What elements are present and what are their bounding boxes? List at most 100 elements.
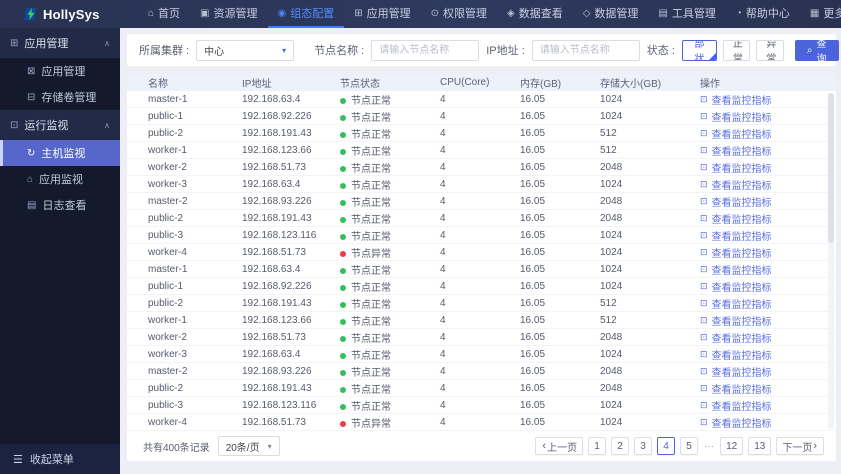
sidebar-group-0[interactable]: ⊞ 应用管理 ∧ bbox=[0, 28, 120, 58]
scrollbar[interactable] bbox=[828, 93, 834, 429]
action-cell: ⊡ 查看监控指标 bbox=[700, 279, 836, 294]
nav-item-2[interactable]: ◉ 组态配置 bbox=[267, 0, 345, 28]
sidebar-group-1[interactable]: ⊡ 运行监视 ∧ bbox=[0, 110, 120, 140]
help-icon: ◔ bbox=[735, 7, 742, 19]
log-icon: ▤ bbox=[27, 199, 37, 211]
logo: HollySys bbox=[0, 7, 120, 22]
ip-cell: 192.168.123.116 bbox=[242, 229, 317, 241]
view-metrics-link[interactable]: ⊡ 查看监控指标 bbox=[700, 194, 836, 209]
cluster-label: 所属集群 : bbox=[139, 45, 190, 57]
prev-page-button[interactable]: ‹ 上一页 bbox=[535, 437, 584, 455]
page-button-5[interactable]: 5 bbox=[680, 437, 699, 455]
page-button-13[interactable]: 13 bbox=[748, 437, 772, 455]
view-metrics-link[interactable]: ⊡ 查看监控指标 bbox=[700, 262, 836, 277]
nav-item-6[interactable]: ◇ 数据管理 bbox=[573, 0, 649, 28]
sidebar-group-label: 应用管理 bbox=[24, 38, 69, 50]
table-footer: 共有400条记录 20条/页 ▾ ‹ 上一页 1 2 3 4 5 ··· 12 13 下一页 › bbox=[127, 431, 836, 461]
memory-cell: 16.05 bbox=[520, 246, 546, 258]
status-dot-icon bbox=[340, 199, 346, 206]
view-metrics-link[interactable]: ⊡ 查看监控指标 bbox=[700, 143, 836, 158]
node-name-input[interactable] bbox=[371, 39, 480, 61]
sidebar-item-1-1[interactable]: ⌂ 应用监视 bbox=[0, 166, 120, 192]
view-metrics-link[interactable]: ⊡ 查看监控指标 bbox=[700, 279, 836, 294]
collapse-menu-button[interactable]: ☰ 收起菜单 bbox=[0, 444, 120, 474]
status-dot-icon bbox=[340, 369, 346, 376]
status-text: 节点异常 bbox=[351, 248, 391, 260]
view-metrics-link[interactable]: ⊡ 查看监控指标 bbox=[700, 92, 836, 107]
page-button-2[interactable]: 2 bbox=[611, 437, 630, 455]
ip-cell: 192.168.191.43 bbox=[242, 212, 312, 224]
view-metrics-link[interactable]: ⊡ 查看监控指标 bbox=[700, 347, 836, 362]
app-item-icon: ⊠ bbox=[27, 65, 36, 77]
view-metrics-link[interactable]: ⊡ 查看监控指标 bbox=[700, 109, 836, 124]
page-size-select[interactable]: 20条/页 ▾ bbox=[217, 436, 280, 456]
table-row: worker-2 192.168.51.73 节点正常 4 16.05 2048 ⊡ 查看监控… bbox=[127, 329, 836, 346]
status-option-1[interactable]: 正常 bbox=[722, 39, 751, 61]
status-option-2[interactable]: 异常 bbox=[756, 39, 784, 61]
node-name-cell: public-2 bbox=[148, 297, 184, 309]
view-metrics-link[interactable]: ⊡ 查看监控指标 bbox=[700, 228, 836, 243]
search-button[interactable]: ⌕ 查询 bbox=[794, 39, 839, 65]
sidebar: ⊞ 应用管理 ∧ ⊠ 应用管理 ⊟ 存储卷管理 ⊡ 运行监视 ∧ ↻ 主机监视 ⌂ 应用监视 ▤ 日志查看 ☰… bbox=[0, 28, 120, 474]
sidebar-item-label: 主机监视 bbox=[41, 148, 86, 160]
view-metrics-link[interactable]: ⊡ 查看监控指标 bbox=[700, 415, 836, 430]
nav-item-label: 工具管理 bbox=[671, 8, 716, 20]
monitor-icon: ⊡ bbox=[700, 416, 708, 427]
view-metrics-link[interactable]: ⊡ 查看监控指标 bbox=[700, 313, 836, 328]
storage-cell: 512 bbox=[600, 144, 617, 156]
sidebar-item-label: 日志查看 bbox=[42, 200, 87, 212]
nav-item-1[interactable]: ▣ 资源管理 bbox=[190, 0, 267, 28]
ip-cell: 192.168.51.73 bbox=[242, 161, 306, 173]
table-body: master-1 192.168.63.4 节点正常 4 16.05 1024 ⊡ 查看监控指… bbox=[127, 91, 836, 431]
status-option-0[interactable]: 全部状态 bbox=[681, 39, 717, 61]
hollysys-logo-icon bbox=[24, 7, 37, 21]
view-metrics-link[interactable]: ⊡ 查看监控指标 bbox=[700, 330, 836, 345]
sidebar-item-1-0[interactable]: ↻ 主机监视 bbox=[0, 140, 120, 166]
status-dot-icon bbox=[340, 148, 346, 155]
memory-cell: 16.05 bbox=[520, 195, 546, 207]
view-metrics-link[interactable]: ⊡ 查看监控指标 bbox=[700, 160, 836, 175]
view-metrics-link[interactable]: ⊡ 查看监控指标 bbox=[700, 398, 836, 413]
storage-cell: 1024 bbox=[600, 229, 623, 241]
cpu-cell: 4 bbox=[440, 365, 446, 377]
action-cell: ⊡ 查看监控指标 bbox=[700, 381, 836, 396]
monitor-icon: ⊡ bbox=[700, 263, 708, 274]
memory-cell: 16.05 bbox=[520, 297, 546, 309]
page-button-1[interactable]: 1 bbox=[588, 437, 607, 455]
nav-item-5[interactable]: ◈ 数据查看 bbox=[497, 0, 573, 28]
table-row: worker-3 192.168.63.4 节点正常 4 16.05 1024 ⊡ 查看监控指… bbox=[127, 346, 836, 363]
scrollbar-thumb[interactable] bbox=[828, 93, 834, 243]
status-text: 节点异常 bbox=[351, 418, 391, 430]
node-name-cell: public-2 bbox=[148, 212, 184, 224]
page-button-3[interactable]: 3 bbox=[634, 437, 653, 455]
status-dot-icon bbox=[340, 216, 346, 223]
view-metrics-link[interactable]: ⊡ 查看监控指标 bbox=[700, 126, 836, 141]
page-button-4[interactable]: 4 bbox=[657, 437, 676, 455]
sidebar-item-0-0[interactable]: ⊠ 应用管理 bbox=[0, 58, 120, 84]
view-metrics-link[interactable]: ⊡ 查看监控指标 bbox=[700, 245, 836, 260]
view-metrics-link[interactable]: ⊡ 查看监控指标 bbox=[700, 364, 836, 379]
nav-item-8[interactable]: ◔ 帮助中心 bbox=[726, 0, 800, 28]
nav-item-9[interactable]: ▦更多▾ bbox=[800, 0, 841, 28]
page-button-12[interactable]: 12 bbox=[720, 437, 744, 455]
nav-item-4[interactable]: ⊙ 权限管理 bbox=[421, 0, 497, 28]
monitor-icon: ⊡ bbox=[700, 178, 708, 189]
status-cell: 节点正常 bbox=[340, 381, 440, 396]
nav-item-3[interactable]: ⊞ 应用管理 bbox=[344, 0, 420, 28]
status-text: 节点正常 bbox=[351, 214, 391, 226]
nav-item-0[interactable]: ⌂ 首页 bbox=[138, 0, 190, 28]
next-page-button[interactable]: 下一页 › bbox=[776, 437, 824, 455]
view-metrics-link[interactable]: ⊡ 查看监控指标 bbox=[700, 177, 836, 192]
action-cell: ⊡ 查看监控指标 bbox=[700, 92, 836, 107]
view-metrics-label: 查看监控指标 bbox=[711, 384, 772, 396]
view-metrics-link[interactable]: ⊡ 查看监控指标 bbox=[700, 381, 836, 396]
sidebar-item-0-1[interactable]: ⊟ 存储卷管理 bbox=[0, 84, 120, 110]
ip-input[interactable] bbox=[531, 39, 640, 61]
cpu-cell: 4 bbox=[440, 297, 446, 309]
sidebar-item-1-2[interactable]: ▤ 日志查看 bbox=[0, 192, 120, 218]
view-metrics-link[interactable]: ⊡ 查看监控指标 bbox=[700, 296, 836, 311]
cpu-cell: 4 bbox=[440, 144, 446, 156]
cluster-select[interactable]: 中心 ▾ bbox=[196, 39, 295, 61]
nav-item-7[interactable]: ▤ 工具管理 bbox=[648, 0, 725, 28]
view-metrics-link[interactable]: ⊡ 查看监控指标 bbox=[700, 211, 836, 226]
